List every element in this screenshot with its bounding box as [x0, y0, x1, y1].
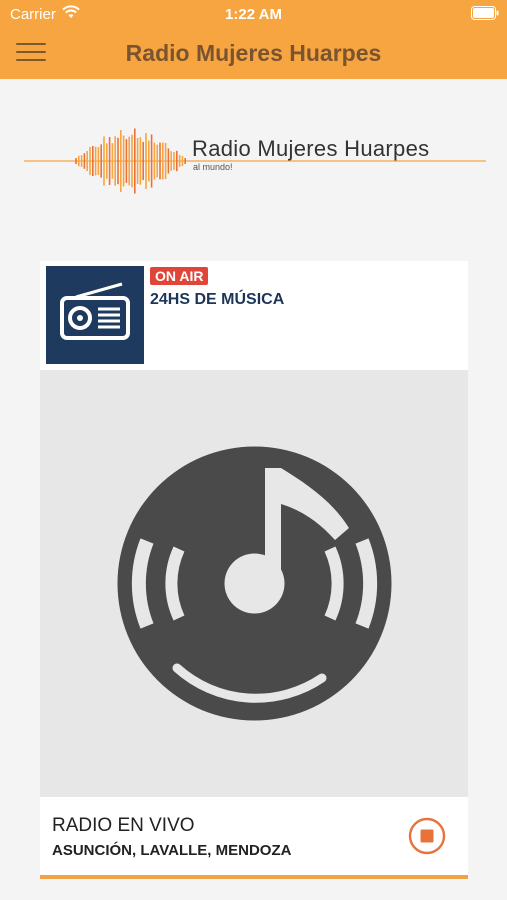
logo-tagline: al mundo!	[193, 162, 233, 172]
stop-button[interactable]	[408, 817, 446, 855]
on-air-badge: ON AIR	[150, 267, 209, 285]
app-title: Radio Mujeres Huarpes	[125, 40, 382, 66]
program-name: 24HS DE MÚSICA	[150, 291, 285, 308]
station-location: ASUNCIÓN, LAVALLE, MENDOZA	[52, 842, 292, 859]
music-disc-icon	[117, 446, 392, 721]
artwork-area	[40, 370, 468, 797]
status-bar: Carrier 1:22 AM	[0, 0, 507, 28]
player-bar: RADIO EN VIVO ASUNCIÓN, LAVALLE, MENDOZA	[40, 797, 468, 876]
station-title: RADIO EN VIVO	[52, 815, 195, 836]
radio-icon	[60, 282, 130, 340]
progress-track	[40, 875, 468, 879]
station-thumbnail	[46, 266, 144, 364]
now-playing-card: ON AIR 24HS DE MÚSICA RADIO EN VIVO ASUN…	[40, 261, 468, 879]
progress-fill	[40, 875, 468, 879]
logo-name: Radio Mujeres Huarpes	[192, 136, 430, 161]
app-header: Carrier 1:22 AM Radio Mujeres Huarpes	[0, 0, 507, 79]
stop-icon	[420, 829, 434, 843]
station-logo: Radio Mujeres Huarpes al mundo!	[24, 124, 486, 202]
battery-icon	[471, 6, 499, 20]
clock: 1:22 AM	[225, 6, 282, 23]
